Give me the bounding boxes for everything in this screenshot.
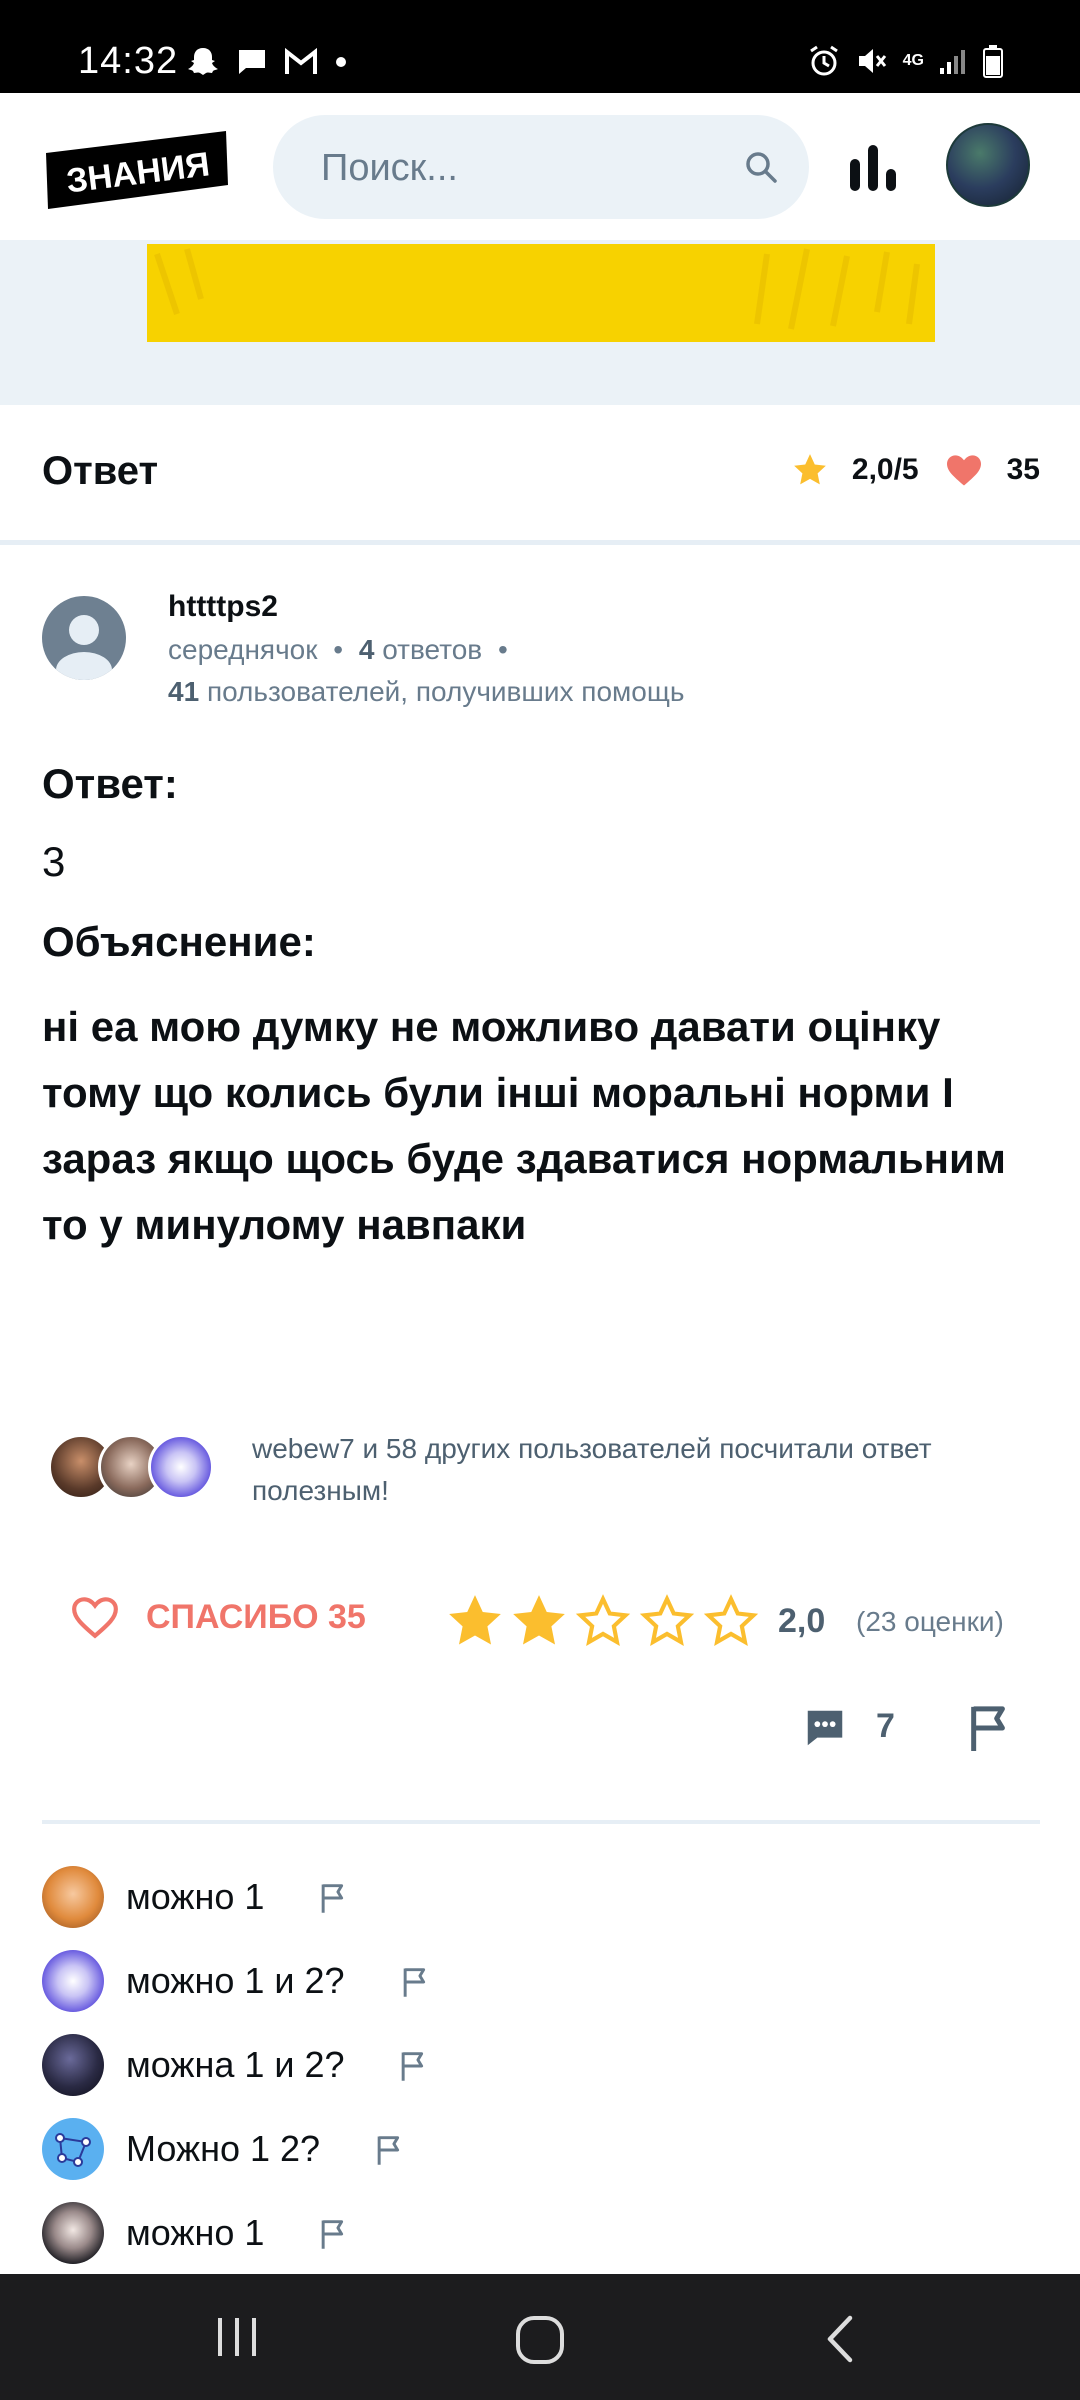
search-input[interactable]: Поиск... bbox=[273, 115, 809, 219]
system-nav-bar bbox=[0, 2274, 1080, 2400]
ad-banner[interactable] bbox=[147, 244, 935, 342]
comment-text: можно 1 bbox=[126, 1876, 265, 1917]
helper-avatar bbox=[148, 1434, 214, 1500]
comment-avatar[interactable] bbox=[42, 2202, 104, 2264]
answer-content: Ответ: 3 Объяснение: ні еа мою думку не … bbox=[42, 760, 1042, 1258]
star-icon bbox=[794, 454, 826, 485]
back-icon[interactable] bbox=[822, 2314, 858, 2364]
heart-icon bbox=[946, 455, 981, 486]
user-avatar[interactable] bbox=[946, 123, 1030, 207]
comments-list: можно 1 можно 1 и 2? можна 1 и 2? Можно … bbox=[42, 1866, 1042, 2286]
recent-apps-icon[interactable] bbox=[212, 2314, 262, 2360]
report-flag-icon[interactable] bbox=[398, 2050, 428, 2082]
comment-text: можно 1 bbox=[126, 2212, 265, 2253]
status-time: 14:32 bbox=[78, 40, 179, 82]
report-flag-icon[interactable] bbox=[374, 2134, 404, 2166]
comments-count[interactable]: 7 bbox=[876, 1707, 895, 1746]
message-icon bbox=[239, 50, 265, 74]
rating-stars[interactable] bbox=[444, 1590, 762, 1652]
report-flag-icon[interactable] bbox=[966, 1703, 1012, 1753]
alarm-icon bbox=[809, 45, 838, 76]
comment-avatar[interactable] bbox=[42, 2118, 104, 2180]
divider bbox=[42, 1820, 1040, 1824]
comment-text: Можно 1 2? bbox=[126, 2128, 321, 2169]
author-meta: середнячок • 4 ответов • bbox=[168, 634, 508, 665]
heart-outline-icon bbox=[72, 1597, 118, 1639]
report-flag-icon[interactable] bbox=[400, 1966, 430, 1998]
answer-heading: Ответ: bbox=[42, 760, 178, 807]
app-header: ЗНАНИЯ Поиск... bbox=[0, 93, 1080, 240]
comment-item: Можно 1 2? bbox=[42, 2118, 1042, 2202]
answer-actions: СПАСИБО 35 2,0 (23 оценки) bbox=[0, 1580, 1080, 1670]
report-flag-icon[interactable] bbox=[318, 1882, 348, 1914]
author-helped: 41 пользователей, получивших помощь bbox=[168, 676, 684, 708]
star-empty-icon[interactable] bbox=[572, 1590, 634, 1652]
search-icon[interactable] bbox=[743, 149, 779, 185]
battery-icon bbox=[983, 45, 1003, 78]
ad-banner-area bbox=[0, 240, 1080, 405]
answer-title: Ответ bbox=[42, 449, 159, 493]
comments-icon[interactable] bbox=[802, 1705, 848, 1751]
signal-icon bbox=[940, 50, 965, 74]
comment-item: можно 1 и 2? bbox=[42, 1950, 1042, 2034]
snapchat-icon bbox=[188, 48, 218, 75]
comment-text: можна 1 и 2? bbox=[126, 2044, 345, 2085]
author-rank: середнячок bbox=[168, 634, 318, 665]
notification-icons bbox=[186, 46, 348, 78]
network-label: 4G bbox=[902, 52, 924, 69]
comment-avatar[interactable] bbox=[42, 2034, 104, 2096]
system-icons: 4G bbox=[807, 44, 1004, 78]
explanation-text: ні еа мою думку не можливо давати оцінку… bbox=[42, 1003, 1006, 1248]
rating-summary: 2,0/5 bbox=[851, 453, 919, 486]
status-bar: 14:32 4G bbox=[0, 0, 1080, 93]
comment-text: можно 1 и 2? bbox=[126, 1960, 345, 2001]
answer-tools: 7 bbox=[0, 1695, 1080, 1765]
thanks-label: СПАСИБО 35 bbox=[146, 1597, 366, 1636]
author-helped-label: пользователей, получивших помощь bbox=[206, 676, 685, 707]
dot-icon bbox=[336, 57, 346, 67]
star-empty-icon[interactable] bbox=[636, 1590, 698, 1652]
author-avatar[interactable] bbox=[42, 596, 126, 680]
answer-summary-bar: Ответ 2,0/5 35 bbox=[0, 405, 1080, 545]
comment-avatar[interactable] bbox=[42, 1950, 104, 2012]
stats-icon[interactable] bbox=[848, 145, 898, 191]
comment-avatar[interactable] bbox=[42, 1866, 104, 1928]
star-filled-icon[interactable] bbox=[508, 1590, 570, 1652]
search-placeholder: Поиск... bbox=[321, 147, 458, 189]
helpful-text: webew7 и 58 других пользователей посчита… bbox=[252, 1433, 932, 1506]
likes-count: 35 bbox=[1006, 453, 1040, 486]
thanks-button[interactable]: СПАСИБО 35 bbox=[70, 1594, 366, 1640]
author-name[interactable]: httttps2 bbox=[168, 590, 278, 624]
author-answers-count: 4 bbox=[358, 634, 375, 665]
rating-count: (23 оценки) bbox=[856, 1606, 1004, 1637]
answer-value: 3 bbox=[42, 838, 66, 885]
star-filled-icon[interactable] bbox=[444, 1590, 506, 1652]
author-answers-label: ответов bbox=[382, 634, 483, 665]
answer-author: httttps2 середнячок • 4 ответов • 41 пол… bbox=[0, 560, 1080, 720]
explanation-heading: Объяснение: bbox=[42, 918, 316, 965]
mute-icon bbox=[858, 49, 886, 73]
helpful-users: webew7 и 58 других пользователей посчита… bbox=[48, 1428, 1048, 1508]
star-empty-icon[interactable] bbox=[700, 1590, 762, 1652]
comment-item: можна 1 и 2? bbox=[42, 2034, 1042, 2118]
home-icon[interactable] bbox=[514, 2314, 566, 2366]
report-flag-icon[interactable] bbox=[318, 2218, 348, 2250]
rating-value: 2,0 bbox=[778, 1602, 826, 1640]
author-helped-count: 41 bbox=[168, 676, 200, 707]
comment-item: можно 1 bbox=[42, 1866, 1042, 1950]
answer-rating-summary: 2,0/5 35 bbox=[790, 451, 1040, 489]
gmail-icon bbox=[285, 48, 317, 74]
znaniya-logo[interactable]: ЗНАНИЯ bbox=[42, 129, 230, 209]
